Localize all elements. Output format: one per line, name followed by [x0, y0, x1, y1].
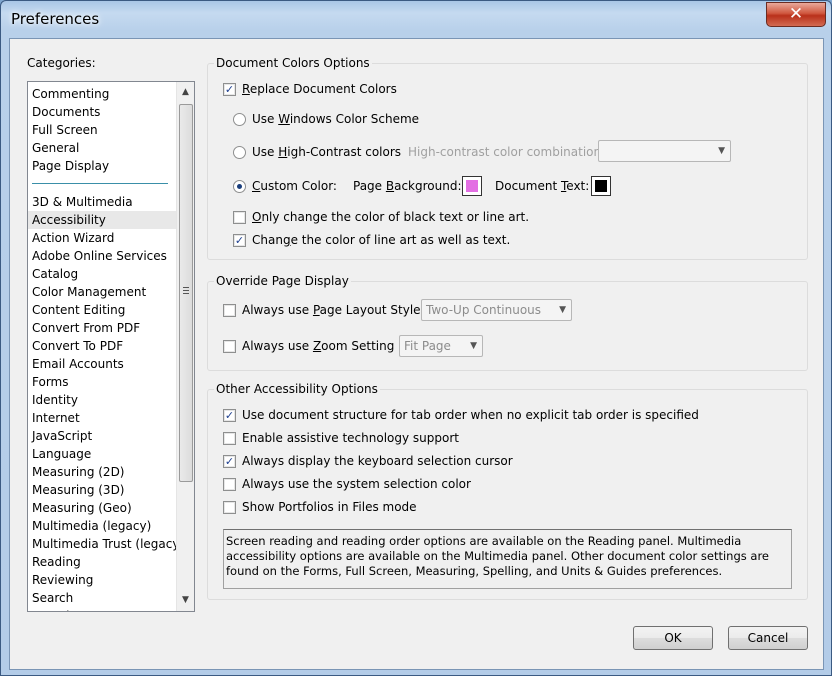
zoom-setting-combo[interactable]: Fit Page ▼	[399, 335, 483, 357]
scroll-thumb[interactable]	[179, 104, 193, 482]
category-item[interactable]: Reviewing	[28, 571, 176, 589]
title-bar[interactable]: Preferences ✕	[1, 1, 831, 37]
only-black-checkbox[interactable]	[233, 211, 246, 224]
categories-items: Commenting Documents Full Screen General Pag…	[28, 85, 184, 611]
page-layout-value: Two-Up Continuous	[426, 303, 542, 317]
categories-label: Categories:	[27, 56, 96, 70]
close-button[interactable]: ✕	[766, 2, 826, 27]
use-high-contrast-label: Use High-Contrast colors	[252, 145, 402, 159]
chevron-down-icon: ▼	[559, 305, 566, 315]
accessibility-option-label: Always use the system selection color	[242, 477, 471, 491]
replace-colors-label: Replace Document Colors	[242, 82, 397, 96]
check-icon: ✓	[224, 83, 235, 96]
accessibility-option-label: Always display the keyboard selection cu…	[242, 454, 513, 468]
accessibility-option-label: Show Portfolios in Files mode	[242, 500, 417, 514]
accessibility-option-checkbox[interactable]: ✓	[223, 455, 236, 468]
category-item[interactable]: Content Editing	[28, 301, 176, 319]
list-separator	[32, 183, 168, 184]
check-icon: ✓	[224, 455, 235, 468]
category-item[interactable]: Internet	[28, 409, 176, 427]
grip-icon	[183, 287, 189, 294]
category-item[interactable]: Accessibility	[28, 211, 176, 229]
document-text-color	[595, 180, 607, 192]
category-item[interactable]: JavaScript	[28, 427, 176, 445]
page-background-label: Page Background:	[353, 179, 462, 193]
category-item[interactable]: Multimedia Trust (legacy)	[28, 535, 184, 553]
category-item[interactable]: Action Wizard	[28, 229, 176, 247]
accessibility-option-checkbox[interactable]	[223, 501, 236, 514]
category-item[interactable]: Measuring (Geo)	[28, 499, 176, 517]
info-note: Screen reading and reading order options…	[223, 529, 792, 589]
category-item[interactable]: Documents	[28, 103, 176, 121]
categories-scrollbar[interactable]: ▲ ▼	[176, 82, 194, 611]
zoom-setting-checkbox[interactable]	[223, 340, 236, 353]
only-black-label: Only change the color of black text or l…	[252, 210, 530, 224]
use-windows-radio[interactable]	[233, 113, 246, 126]
use-windows-label: Use Windows Color Scheme	[252, 112, 420, 126]
check-icon: ✓	[234, 234, 245, 247]
category-item[interactable]: Measuring (2D)	[28, 463, 176, 481]
document-text-swatch[interactable]	[591, 176, 611, 196]
page-layout-combo[interactable]: Two-Up Continuous ▼	[421, 299, 572, 321]
page-layout-label: Always use Page Layout Style	[242, 303, 421, 317]
page-background-swatch[interactable]	[462, 176, 482, 196]
cancel-button[interactable]: Cancel	[728, 626, 808, 650]
accessibility-option-checkbox[interactable]: ✓	[223, 409, 236, 422]
category-item[interactable]: Convert From PDF	[28, 319, 176, 337]
category-item[interactable]: Catalog	[28, 265, 176, 283]
document-colors-title: Document Colors Options	[214, 56, 372, 70]
category-item[interactable]: Commenting	[28, 85, 176, 103]
other-accessibility-title: Other Accessibility Options	[214, 382, 380, 396]
category-item[interactable]: Multimedia (legacy)	[28, 517, 176, 535]
custom-color-radio[interactable]	[233, 180, 246, 193]
dialog-client-area: Categories: Commenting Documents Full Scre…	[9, 38, 824, 670]
window-title: Preferences	[11, 10, 100, 28]
category-item[interactable]: Language	[28, 445, 176, 463]
page-layout-checkbox[interactable]	[223, 304, 236, 317]
accessibility-option-checkbox[interactable]	[223, 432, 236, 445]
chevron-down-icon: ▼	[470, 341, 477, 351]
zoom-setting-value: Fit Page	[404, 339, 451, 353]
check-icon: ✓	[224, 409, 235, 422]
zoom-setting-label: Always use Zoom Setting	[242, 339, 395, 353]
document-text-label: Document Text:	[495, 179, 590, 193]
high-contrast-combo[interactable]: ▼	[598, 140, 731, 162]
scroll-up-icon[interactable]: ▲	[177, 84, 194, 101]
accessibility-option-label: Use document structure for tab order whe…	[242, 408, 699, 422]
category-item[interactable]: Reading	[28, 553, 176, 571]
page-background-color	[466, 180, 478, 192]
high-contrast-combo-label: High-contrast color combination:	[408, 145, 606, 159]
category-item[interactable]: Security	[28, 607, 176, 611]
override-page-display-group: Override Page Display	[207, 274, 808, 371]
category-item[interactable]: Adobe Online Services	[28, 247, 176, 265]
category-item[interactable]: Identity	[28, 391, 176, 409]
use-high-contrast-radio[interactable]	[233, 146, 246, 159]
categories-list[interactable]: Commenting Documents Full Screen General Pag…	[27, 81, 195, 612]
ok-button[interactable]: OK	[633, 626, 713, 650]
category-item[interactable]: General	[28, 139, 176, 157]
change-line-art-label: Change the color of line art as well as …	[252, 233, 511, 247]
category-item[interactable]: Convert To PDF	[28, 337, 176, 355]
category-item[interactable]: Measuring (3D)	[28, 481, 176, 499]
category-item[interactable]: Page Display	[28, 157, 176, 175]
category-item[interactable]: Full Screen	[28, 121, 176, 139]
category-item[interactable]: Color Management	[28, 283, 176, 301]
accessibility-option-checkbox[interactable]	[223, 478, 236, 491]
override-title: Override Page Display	[214, 274, 351, 288]
preferences-dialog: Preferences ✕ Categories: Commenting Docu…	[0, 0, 832, 676]
category-item[interactable]: 3D & Multimedia	[28, 193, 176, 211]
scroll-down-icon[interactable]: ▼	[177, 592, 194, 609]
custom-color-label: Custom Color:	[252, 179, 337, 193]
category-item[interactable]: Email Accounts	[28, 355, 176, 373]
chevron-down-icon: ▼	[718, 146, 725, 156]
category-item[interactable]: Search	[28, 589, 176, 607]
accessibility-option-label: Enable assistive technology support	[242, 431, 459, 445]
category-item[interactable]: Forms	[28, 373, 176, 391]
change-line-art-checkbox[interactable]: ✓	[233, 234, 246, 247]
replace-colors-checkbox[interactable]: ✓	[223, 83, 236, 96]
